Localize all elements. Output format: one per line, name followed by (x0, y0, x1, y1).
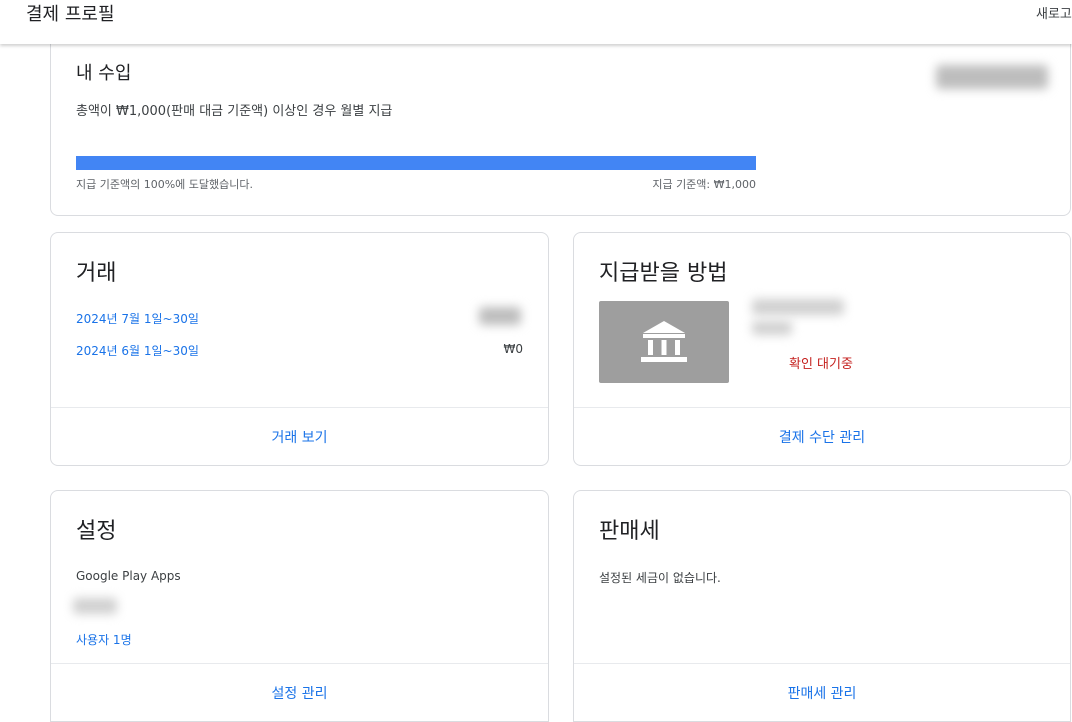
progress-label: 지급 기준액의 100%에 도달했습니다. (76, 178, 253, 191)
sales-tax-card: 판매세 설정된 세금이 없습니다. 판매세 관리 (573, 490, 1071, 722)
manage-settings-button[interactable]: 설정 관리 (272, 683, 328, 703)
verification-status: 확인 대기중 (789, 357, 853, 372)
blurred-profile-id (73, 598, 117, 614)
view-transactions-button[interactable]: 거래 보기 (272, 427, 328, 447)
payment-method-footer: 결제 수단 관리 (574, 407, 1070, 465)
threshold-label: 지급 기준액: ₩1,000 (652, 178, 756, 191)
payment-method-card: 지급받을 방법 확인 대기중 결제 수단 관리 (573, 232, 1071, 466)
blurred-account-name (752, 299, 844, 315)
refresh-button[interactable]: 새로고침 (1036, 3, 1072, 22)
transactions-title: 거래 (76, 261, 117, 286)
settings-footer: 설정 관리 (51, 663, 548, 721)
sales-tax-description: 설정된 세금이 없습니다. (599, 571, 721, 585)
transaction-period-link[interactable]: 2024년 6월 1일~30일 (76, 342, 199, 359)
transaction-period-link[interactable]: 2024년 7월 1일~30일 (76, 310, 199, 327)
settings-product: Google Play Apps (76, 569, 181, 583)
blurred-balance (936, 65, 1048, 89)
blurred-account-number (752, 321, 792, 335)
income-subtitle: 총액이 ₩1,000(판매 대금 기준액) 이상인 경우 월별 지급 (76, 104, 393, 119)
payment-method-title: 지급받을 방법 (599, 261, 728, 286)
settings-card: 설정 Google Play Apps 사용자 1명 설정 관리 (50, 490, 549, 722)
manage-payment-methods-button[interactable]: 결제 수단 관리 (779, 427, 865, 447)
settings-title: 설정 (76, 519, 117, 544)
sales-tax-title: 판매세 (599, 519, 660, 544)
bank-icon (599, 301, 729, 383)
transactions-card: 거래 2024년 7월 1일~30일 2024년 6월 1일~30일 ₩0 거래… (50, 232, 549, 466)
payout-progress-bar (76, 156, 756, 170)
blurred-amount (479, 307, 521, 325)
transaction-amount: ₩0 (503, 342, 524, 356)
users-link[interactable]: 사용자 1명 (76, 631, 132, 648)
transactions-footer: 거래 보기 (51, 407, 548, 465)
sales-tax-footer: 판매세 관리 (574, 663, 1070, 721)
top-bar: 결제 프로필 새로고침 (0, 0, 1072, 44)
payout-progress-fill (76, 156, 756, 170)
income-title: 내 수입 (76, 63, 132, 84)
page-title: 결제 프로필 (26, 4, 115, 25)
manage-sales-tax-button[interactable]: 판매세 관리 (788, 683, 857, 703)
